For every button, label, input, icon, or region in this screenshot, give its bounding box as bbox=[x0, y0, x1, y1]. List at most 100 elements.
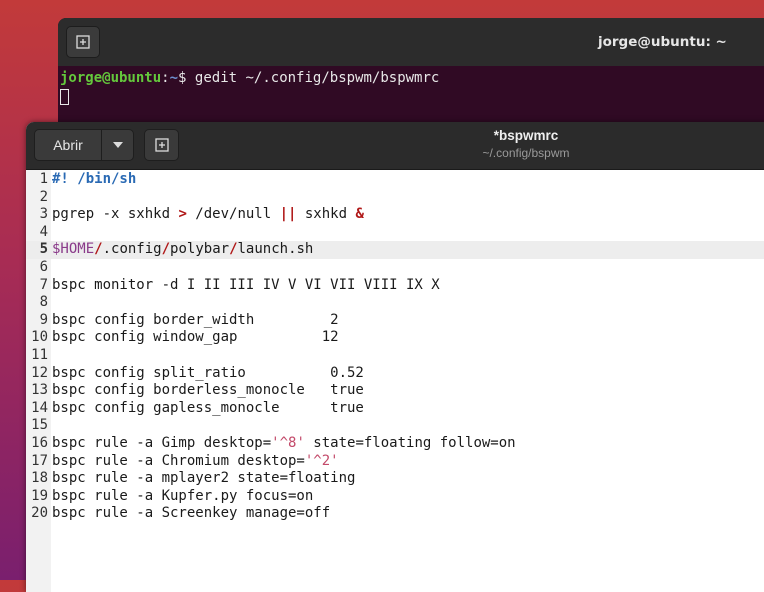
line-number: 2 bbox=[39, 188, 48, 205]
editor-lines[interactable]: 1 #! /bin/sh 2 3 pgrep -x sxhkd > /dev/null … bbox=[26, 170, 764, 523]
line-number: 14 bbox=[31, 399, 48, 416]
editor-line[interactable]: 17 bspc rule -a Chromium desktop='^2' bbox=[26, 453, 764, 471]
text-editor[interactable]: 1 #! /bin/sh 2 3 pgrep -x sxhkd > /dev/null … bbox=[26, 170, 764, 592]
line-code: bspc rule -a mplayer2 state=floating bbox=[52, 470, 355, 488]
code-token: > bbox=[178, 206, 187, 223]
editor-line[interactable]: 16 bspc rule -a Gimp desktop='^8' state=f… bbox=[26, 435, 764, 453]
code-token: bspc rule -a Chromium desktop= bbox=[52, 452, 305, 469]
line-code: $HOME/.config/polybar/launch.sh bbox=[52, 241, 313, 259]
gedit-headerbar: Abrir *bspwmrc ~/.config/bspwm bbox=[26, 122, 764, 170]
line-code: #! /bin/sh bbox=[52, 171, 136, 189]
editor-line[interactable]: 11 bbox=[26, 347, 764, 365]
terminal-cursor bbox=[60, 89, 69, 105]
editor-line[interactable]: 10 bspc config window_gap 12 bbox=[26, 329, 764, 347]
line-code: bspc monitor -d I II III IV V VI VII VII… bbox=[52, 277, 440, 295]
terminal-header: jorge@ubuntu: ~ bbox=[58, 18, 764, 66]
new-tab-icon bbox=[154, 138, 169, 152]
line-number: 12 bbox=[31, 364, 48, 381]
editor-line[interactable]: 15 bbox=[26, 417, 764, 435]
line-code: bspc config border_width 2 bbox=[52, 312, 339, 330]
line-number: 15 bbox=[31, 417, 48, 434]
prompt-user: jorge@ubuntu bbox=[60, 70, 162, 86]
line-code: bspc rule -a Chromium desktop='^2' bbox=[52, 453, 339, 471]
line-number: 20 bbox=[31, 505, 48, 522]
editor-line[interactable]: 14 bspc config gapless_monocle true bbox=[26, 400, 764, 418]
line-number: 1 bbox=[39, 171, 48, 187]
terminal-title: jorge@ubuntu: ~ bbox=[598, 34, 727, 50]
code-token: bspc config window_gap 12 bbox=[52, 329, 339, 346]
editor-line[interactable]: 12 bspc config split_ratio 0.52 bbox=[26, 365, 764, 383]
code-token: state=floating follow=on bbox=[304, 434, 516, 451]
code-token: / bbox=[94, 241, 103, 258]
editor-line[interactable]: 3 pgrep -x sxhkd > /dev/null || sxhkd & bbox=[26, 206, 764, 224]
prompt-symbol: $ bbox=[178, 70, 187, 86]
line-code: bspc config split_ratio 0.52 bbox=[52, 365, 364, 383]
code-token: /dev/null bbox=[186, 206, 280, 223]
editor-line[interactable]: 2 bbox=[26, 189, 764, 207]
line-number: 4 bbox=[39, 223, 48, 240]
open-button[interactable]: Abrir bbox=[34, 129, 134, 161]
editor-line[interactable]: 6 bbox=[26, 259, 764, 277]
line-code: bspc config gapless_monocle true bbox=[52, 400, 364, 418]
line-number: 13 bbox=[31, 382, 48, 399]
open-dropdown-button[interactable] bbox=[102, 130, 133, 160]
line-number: 8 bbox=[39, 294, 48, 311]
code-token: bspc rule -a Kupfer.py focus=on bbox=[52, 487, 314, 504]
line-number: 10 bbox=[31, 329, 48, 346]
code-token: .config bbox=[102, 241, 162, 258]
line-number: 6 bbox=[39, 258, 48, 275]
terminal-command: gedit ~/.config/bspwm/bspwmrc bbox=[194, 70, 440, 86]
chevron-down-icon bbox=[112, 142, 123, 148]
code-token: launch.sh bbox=[237, 241, 314, 258]
line-number: 16 bbox=[31, 434, 48, 451]
prompt-path: ~ bbox=[169, 70, 179, 86]
editor-line[interactable]: 8 bbox=[26, 294, 764, 312]
code-token: pgrep -x sxhkd bbox=[52, 206, 179, 223]
document-title: *bspwmrc bbox=[493, 128, 559, 143]
code-token: polybar bbox=[170, 241, 230, 258]
line-number: 7 bbox=[39, 276, 48, 293]
code-token: & bbox=[355, 206, 364, 223]
line-number: 11 bbox=[31, 346, 48, 363]
editor-line[interactable]: 7 bspc monitor -d I II III IV V VI VII VI… bbox=[26, 277, 764, 295]
new-tab-icon bbox=[76, 35, 90, 49]
code-token: sxhkd bbox=[296, 206, 356, 223]
code-token: #! /bin/sh bbox=[52, 171, 137, 187]
editor-line[interactable]: 5 $HOME/.config/polybar/launch.sh bbox=[26, 241, 764, 259]
editor-line[interactable]: 13 bspc config borderless_monocle true bbox=[26, 382, 764, 400]
editor-line[interactable]: 1 #! /bin/sh bbox=[26, 171, 764, 189]
document-path: ~/.config/bspwm bbox=[482, 146, 570, 160]
line-number: 5 bbox=[39, 241, 48, 258]
prompt-separator: : bbox=[161, 70, 170, 86]
code-token: / bbox=[161, 241, 171, 258]
line-code: bspc config window_gap 12 bbox=[52, 329, 339, 347]
code-token: bspc rule -a Gimp desktop= bbox=[52, 434, 272, 451]
line-number: 18 bbox=[31, 470, 48, 487]
code-token: '^2' bbox=[304, 452, 339, 469]
line-number: 3 bbox=[39, 206, 48, 223]
gedit-window[interactable]: Abrir *bspwmrc ~/.config/bspwm 1 #! /bin/… bbox=[26, 122, 764, 592]
new-document-button[interactable] bbox=[144, 129, 179, 161]
editor-line[interactable]: 20 bspc rule -a Screenkey manage=off bbox=[26, 505, 764, 523]
code-token: $HOME bbox=[52, 241, 95, 258]
code-token: bspc rule -a Screenkey manage=off bbox=[52, 505, 331, 522]
line-number: 17 bbox=[31, 452, 48, 469]
line-code: bspc rule -a Gimp desktop='^8' state=flo… bbox=[52, 435, 516, 453]
editor-line[interactable]: 19 bspc rule -a Kupfer.py focus=on bbox=[26, 488, 764, 506]
editor-line[interactable]: 18 bspc rule -a mplayer2 state=floating bbox=[26, 470, 764, 488]
terminal-content[interactable]: jorge@ubuntu:~$ gedit ~/.config/bspwm/bs… bbox=[60, 68, 439, 108]
open-button-label[interactable]: Abrir bbox=[35, 130, 102, 160]
code-token: bspc config border_width 2 bbox=[52, 311, 339, 328]
code-token: bspc monitor -d I II III IV V VI VII VII… bbox=[52, 276, 440, 293]
code-token: bspc config split_ratio 0.52 bbox=[52, 364, 364, 381]
editor-line[interactable]: 4 bbox=[26, 224, 764, 242]
line-code: bspc rule -a Screenkey manage=off bbox=[52, 505, 330, 523]
code-token: bspc config borderless_monocle true bbox=[52, 382, 364, 399]
code-token: / bbox=[229, 241, 238, 258]
terminal-window[interactable]: jorge@ubuntu: ~ jorge@ubuntu:~$ gedit ~/… bbox=[58, 18, 764, 138]
editor-line[interactable]: 9 bspc config border_width 2 bbox=[26, 312, 764, 330]
line-code: pgrep -x sxhkd > /dev/null || sxhkd & bbox=[52, 206, 364, 224]
terminal-new-tab-button[interactable] bbox=[66, 26, 100, 58]
line-number: 9 bbox=[39, 311, 48, 328]
code-token: || bbox=[279, 206, 297, 223]
